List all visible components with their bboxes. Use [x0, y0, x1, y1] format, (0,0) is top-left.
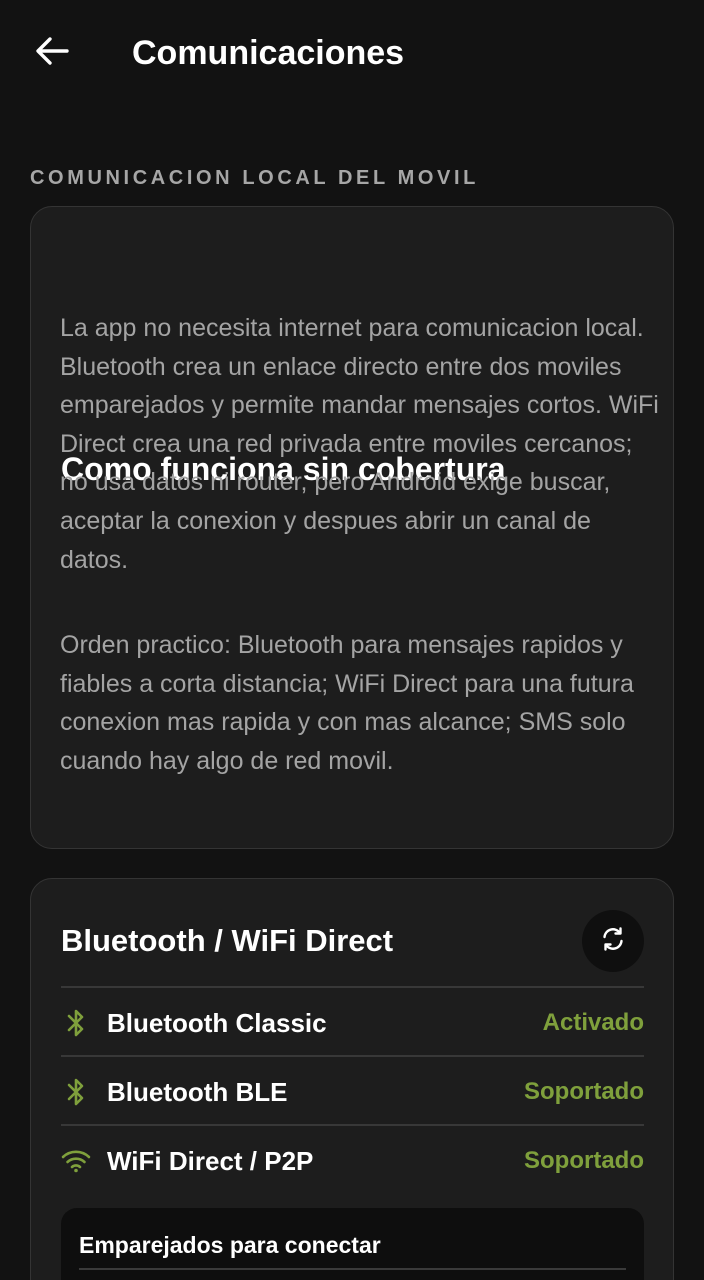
status-badge: Activado: [542, 1009, 644, 1036]
app-screen: Comunicaciones COMUNICACION LOCAL DEL MO…: [0, 0, 704, 1280]
paired-devices-title: Emparejados para conectar: [79, 1232, 381, 1258]
row-label: WiFi Direct / P2P: [107, 1146, 314, 1176]
wifi-icon: [61, 1146, 91, 1176]
page-title: Comunicaciones: [132, 34, 405, 72]
paired-divider: [79, 1268, 626, 1270]
refresh-button[interactable]: [582, 910, 644, 972]
status-row-wifi-direct: WiFi Direct / P2P Soportado: [61, 1128, 644, 1194]
info-paragraph-1: La app no necesita internet para comunic…: [60, 314, 659, 574]
section-header: COMUNICACION LOCAL DEL MOVIL: [30, 167, 479, 189]
bluetooth-icon: [61, 1077, 91, 1107]
info-paragraph-2: Orden practico: Bluetooth para mensajes …: [60, 631, 634, 775]
paired-devices-panel: Emparejados para conectar: [61, 1208, 644, 1280]
arrow-left-icon: [35, 36, 69, 71]
row-divider: [61, 1055, 644, 1057]
row-label: Bluetooth BLE: [107, 1077, 288, 1107]
status-row-bluetooth-ble: Bluetooth BLE Soportado: [61, 1059, 644, 1125]
status-badge: Soportado: [524, 1078, 644, 1105]
refresh-icon: [598, 924, 628, 959]
status-row-bluetooth-classic: Bluetooth Classic Activado: [61, 990, 644, 1056]
connectivity-card-title: Bluetooth / WiFi Direct: [61, 923, 394, 958]
top-app-bar: Comunicaciones: [0, 0, 704, 108]
row-divider: [61, 986, 644, 988]
row-label: Bluetooth Classic: [107, 1008, 327, 1038]
status-badge: Soportado: [524, 1147, 644, 1174]
bluetooth-icon: [61, 1008, 91, 1038]
back-button[interactable]: [24, 30, 80, 76]
row-divider: [61, 1124, 644, 1126]
